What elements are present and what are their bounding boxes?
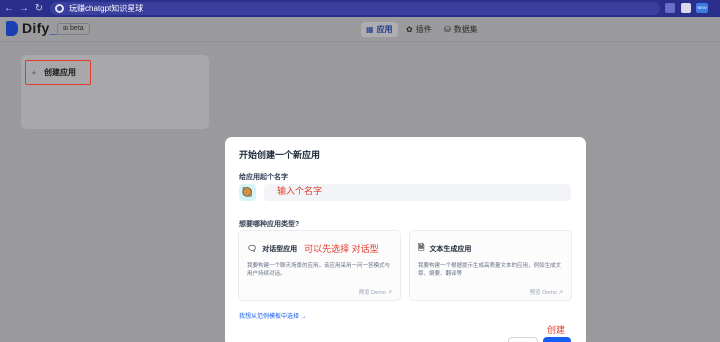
type-text-label: 文本生成应用 [429, 246, 472, 253]
tab-datasets[interactable]: ⛁ 数据集 [439, 22, 483, 37]
beta-icon: ⊞ [63, 26, 69, 32]
logo-text[interactable]: Dify_ [22, 20, 58, 36]
puzzle-icon: ✿ [406, 25, 413, 34]
create-app-label: 创建应用 [44, 68, 76, 77]
type-card-text[interactable]: 🗎 文本生成应用 我要构建一个根据提示生成高质量文本的应用，例如生成文章、摘要、… [409, 230, 572, 301]
chat-icon: 🗨 [247, 244, 258, 253]
back-arrow-icon[interactable]: ← [3, 3, 15, 15]
demo-link-text[interactable]: 预览 Demo ↗ [530, 288, 563, 296]
extension-icon[interactable] [681, 3, 691, 13]
create-button[interactable] [543, 337, 571, 342]
type-chat-label: 对话型应用 [262, 245, 298, 253]
cancel-button[interactable] [508, 337, 538, 342]
dify-logo-icon [6, 21, 18, 36]
extension-icon[interactable] [665, 3, 675, 13]
type-chat-annotation: 可以先选择 对话型 [304, 244, 379, 254]
name-label: 给应用起个名字 [239, 174, 288, 181]
app-header: Dify_ ⊞ beta ▦ 应用 ✿ 插件 ⛁ 数据集 [0, 17, 720, 42]
tab-apps[interactable]: ▦ 应用 [361, 22, 398, 37]
modal-title: 开始创建一个新应用 [239, 150, 321, 160]
document-icon: 🗎 [418, 243, 425, 252]
type-card-chat[interactable]: 🗨 对话型应用 可以先选择 对话型 我要构建一个聊天场景的应用。该应用采用一问一… [238, 230, 401, 301]
forward-arrow-icon[interactable]: → [18, 3, 30, 15]
beta-badge: ⊞ beta [57, 23, 90, 35]
type-text-desc: 我要构建一个根据提示生成高质量文本的应用，例如生成文章、摘要、翻译等 [418, 263, 562, 277]
create-app-button[interactable]: + 创建应用 [25, 60, 91, 85]
type-chat-desc: 我要构建一个聊天场景的应用。该应用采用一问一答模式与用户持续对话。 [247, 263, 391, 277]
database-icon: ⛁ [444, 25, 451, 34]
demo-link-chat[interactable]: 预览 Demo ↗ [359, 288, 392, 296]
reload-icon[interactable]: ↻ [33, 3, 45, 15]
app-name-input[interactable]: 输入个名字 [264, 184, 571, 201]
type-label: 想要哪种应用类型? [239, 221, 300, 228]
grid-icon: ▦ [366, 25, 374, 34]
app-emoji-icon[interactable]: 🥘 [239, 184, 256, 201]
address-bar[interactable]: 玩赚chatgpt知识星球 [50, 2, 660, 15]
create-app-modal: 开始创建一个新应用 给应用起个名字 🥘 输入个名字 想要哪种应用类型? 🗨 对话… [225, 137, 586, 342]
site-info-icon[interactable] [55, 4, 64, 13]
browser-bar: ← → ↻ 玩赚chatgpt知识星球 NEW [0, 0, 720, 17]
plus-icon: + [31, 67, 37, 78]
template-link[interactable]: 我想从范例模板中选择 → [239, 311, 307, 320]
extension-new-badge[interactable]: NEW [696, 3, 708, 13]
create-annotation: 创建 [547, 325, 566, 335]
tab-plugins[interactable]: ✿ 插件 [401, 22, 437, 37]
tab-title: 玩赚chatgpt知识星球 [69, 4, 144, 13]
